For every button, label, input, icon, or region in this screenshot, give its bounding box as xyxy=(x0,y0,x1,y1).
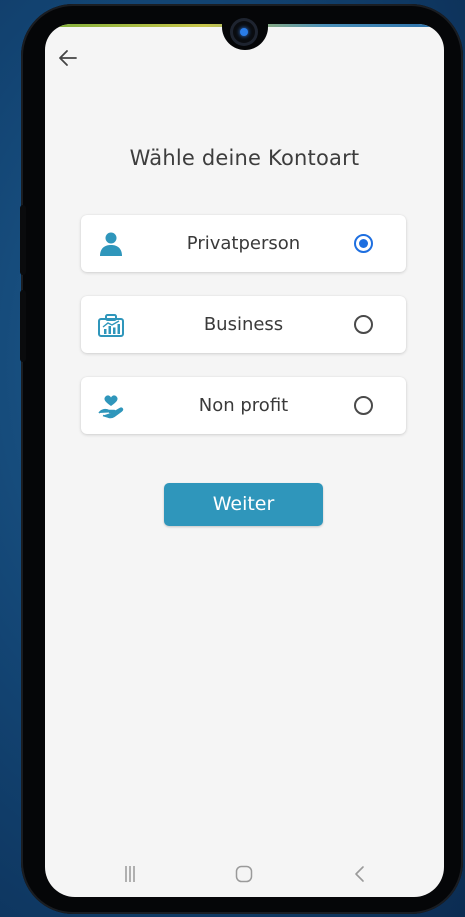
back-chevron-icon[interactable] xyxy=(348,862,372,886)
option-label: Non profit xyxy=(198,395,289,416)
radio-privatperson[interactable] xyxy=(354,234,373,253)
briefcase-chart-icon xyxy=(98,314,124,337)
heart-hand-icon xyxy=(98,395,124,419)
front-camera xyxy=(230,18,258,46)
home-icon[interactable] xyxy=(232,862,256,886)
account-type-option-non-profit[interactable]: Non profit xyxy=(81,377,406,434)
phone-side-button-upper xyxy=(20,205,26,275)
option-label: Business xyxy=(203,314,284,335)
option-label: Privatperson xyxy=(186,233,301,254)
phone-side-button-lower xyxy=(20,290,26,362)
arrow-left-icon[interactable] xyxy=(57,47,79,69)
page-title: Wähle deine Kontoart xyxy=(129,146,360,170)
account-type-option-business[interactable]: Business xyxy=(81,296,406,353)
continue-button[interactable]: Weiter xyxy=(164,483,323,526)
system-nav-bar xyxy=(45,856,444,896)
radio-business[interactable] xyxy=(354,315,373,334)
person-icon xyxy=(100,232,122,256)
radio-non-profit[interactable] xyxy=(354,396,373,415)
recents-icon[interactable] xyxy=(118,862,142,886)
account-type-option-privatperson[interactable]: Privatperson xyxy=(81,215,406,272)
